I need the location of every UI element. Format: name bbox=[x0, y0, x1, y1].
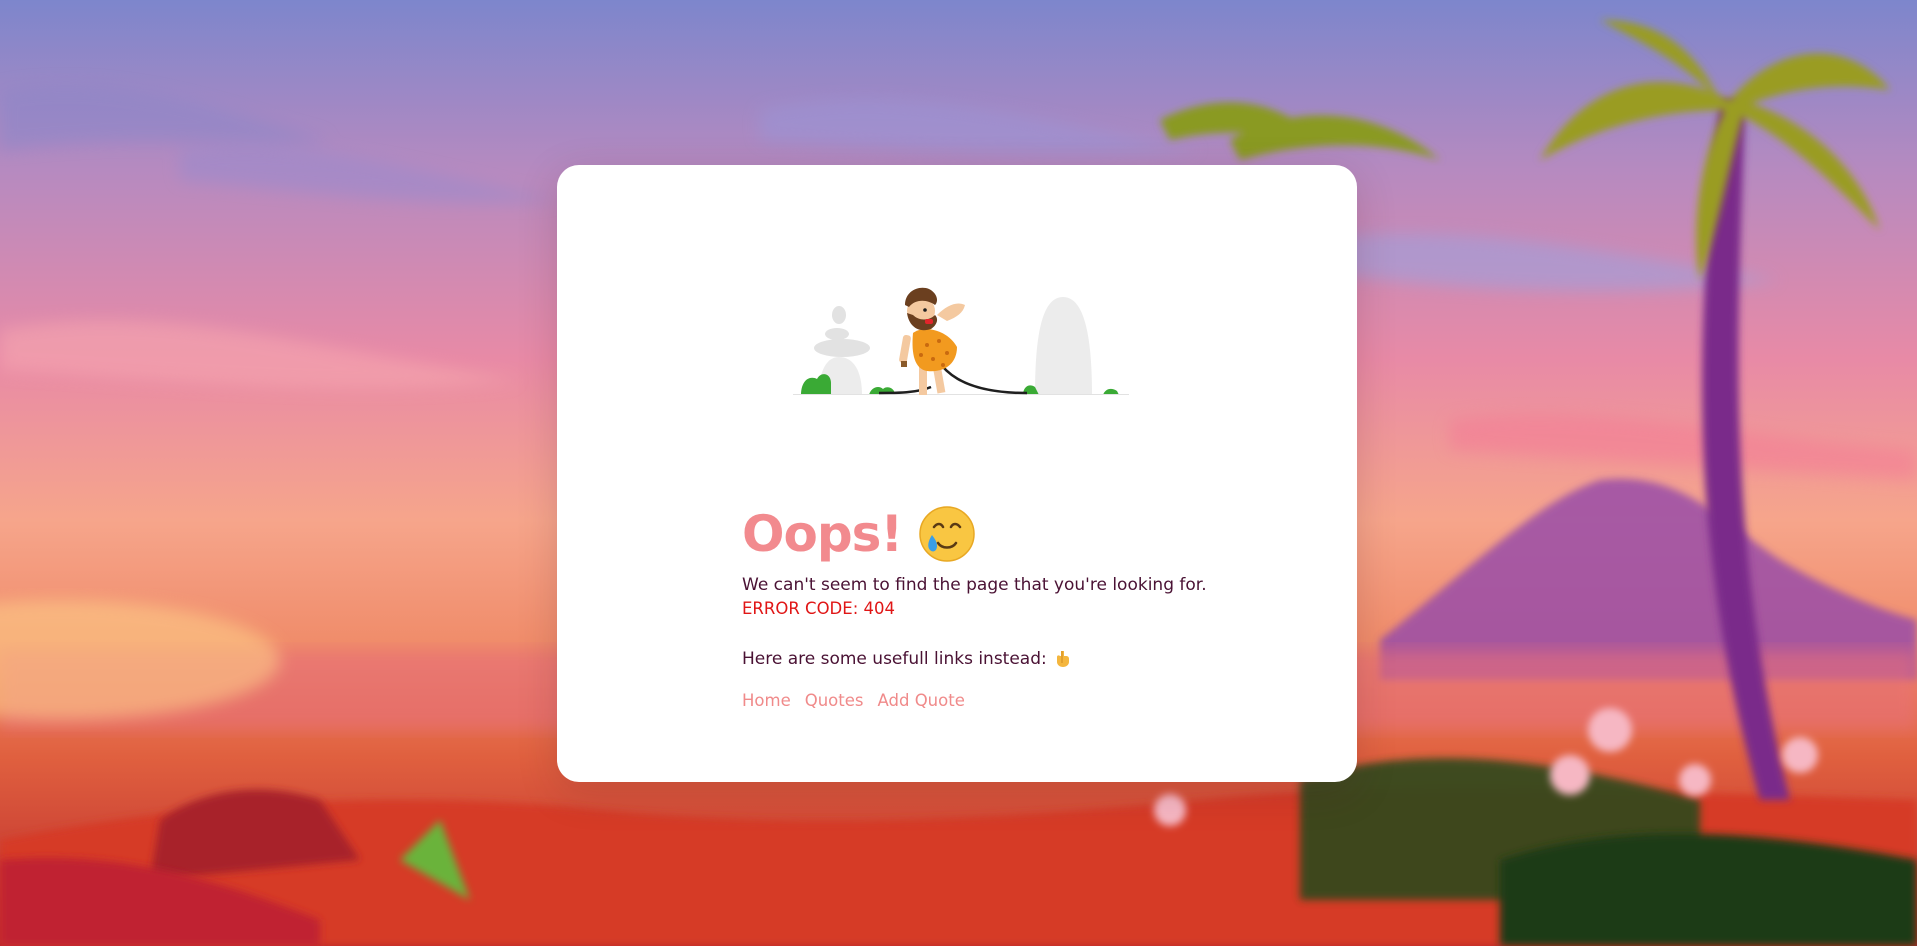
smiling-face-with-tear-icon bbox=[919, 506, 975, 562]
link-home[interactable]: Home bbox=[742, 691, 791, 710]
page-title: Oops! bbox=[742, 505, 903, 563]
caveman-illustration bbox=[793, 287, 1129, 395]
error-card: Oops! We can't seem to find the page tha… bbox=[557, 165, 1357, 782]
useful-links: Home Quotes Add Quote bbox=[742, 691, 1302, 710]
link-quotes[interactable]: Quotes bbox=[805, 691, 864, 710]
pointing-down-hand-icon bbox=[1056, 651, 1069, 667]
links-intro: Here are some usefull links instead: bbox=[742, 647, 1302, 671]
error-content: Oops! We can't seem to find the page tha… bbox=[742, 505, 1302, 710]
error-code: ERROR CODE: 404 bbox=[742, 599, 895, 618]
link-add-quote[interactable]: Add Quote bbox=[878, 691, 965, 710]
error-message: We can't seem to find the page that you'… bbox=[742, 575, 1207, 595]
title-row: Oops! bbox=[742, 505, 1302, 563]
links-intro-text: Here are some usefull links instead: bbox=[742, 649, 1047, 669]
